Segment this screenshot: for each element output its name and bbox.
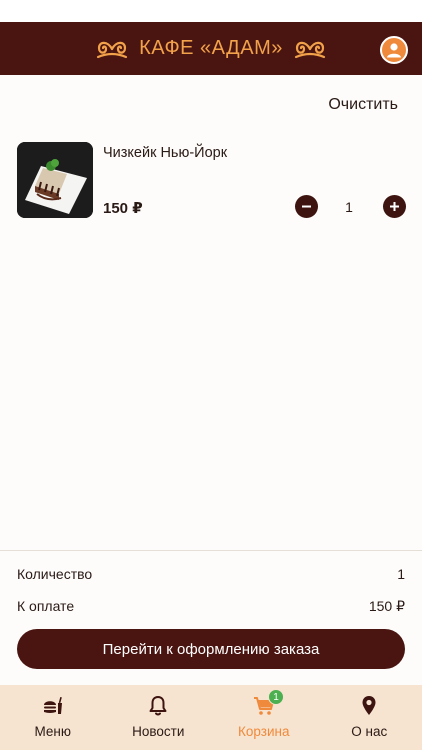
brand: КАФЕ «АДАМ»: [95, 37, 327, 61]
user-icon: [387, 43, 401, 58]
tab-cart[interactable]: 1 Корзина: [211, 685, 317, 750]
tab-label: О нас: [351, 724, 388, 739]
product-price: 150 ₽: [103, 200, 143, 217]
summary-divider: [0, 550, 422, 551]
profile-button[interactable]: [380, 36, 408, 64]
minus-icon: [302, 205, 311, 208]
tab-label: Корзина: [238, 724, 290, 739]
app-title: КАФЕ «АДАМ»: [139, 37, 283, 59]
product-image: [17, 142, 93, 218]
summary-pay-row: К оплате 150 ₽: [17, 598, 405, 615]
status-bar: [0, 0, 422, 22]
tab-menu[interactable]: Меню: [0, 685, 106, 750]
tab-about[interactable]: О нас: [317, 685, 422, 750]
quantity-label: Количество: [17, 566, 93, 582]
increase-quantity-button[interactable]: [383, 195, 406, 218]
bottom-tab-bar: Меню Новости 1 Корзина О нас: [0, 685, 422, 750]
ornament-left-icon: [97, 41, 128, 58]
tab-label: Новости: [132, 724, 185, 739]
summary-quantity-row: Количество 1: [17, 566, 405, 582]
checkout-button[interactable]: Перейти к оформлению заказа: [17, 629, 405, 669]
clear-cart-button[interactable]: Очистить: [328, 96, 398, 114]
product-name: Чизкейк Нью-Йорк: [103, 145, 228, 161]
decrease-quantity-button[interactable]: [295, 195, 318, 218]
location-pin-icon: [357, 694, 381, 718]
cart-item: Чизкейк Нью-Йорк 150 ₽ 1: [17, 142, 407, 222]
app-header: КАФЕ «АДАМ»: [0, 22, 422, 75]
cart-count-badge: 1: [268, 689, 284, 705]
cheesecake-image: [17, 142, 93, 218]
tab-news[interactable]: Новости: [106, 685, 212, 750]
pay-label: К оплате: [17, 598, 75, 614]
quantity-total: 1: [397, 566, 405, 582]
ornament-right-icon: [294, 41, 325, 58]
quantity-value: 1: [345, 199, 353, 215]
plus-icon: [390, 202, 399, 211]
pay-total: 150 ₽: [368, 598, 405, 614]
burger-icon: [41, 694, 65, 718]
bell-icon: [146, 694, 170, 718]
tab-label: Меню: [34, 724, 72, 739]
